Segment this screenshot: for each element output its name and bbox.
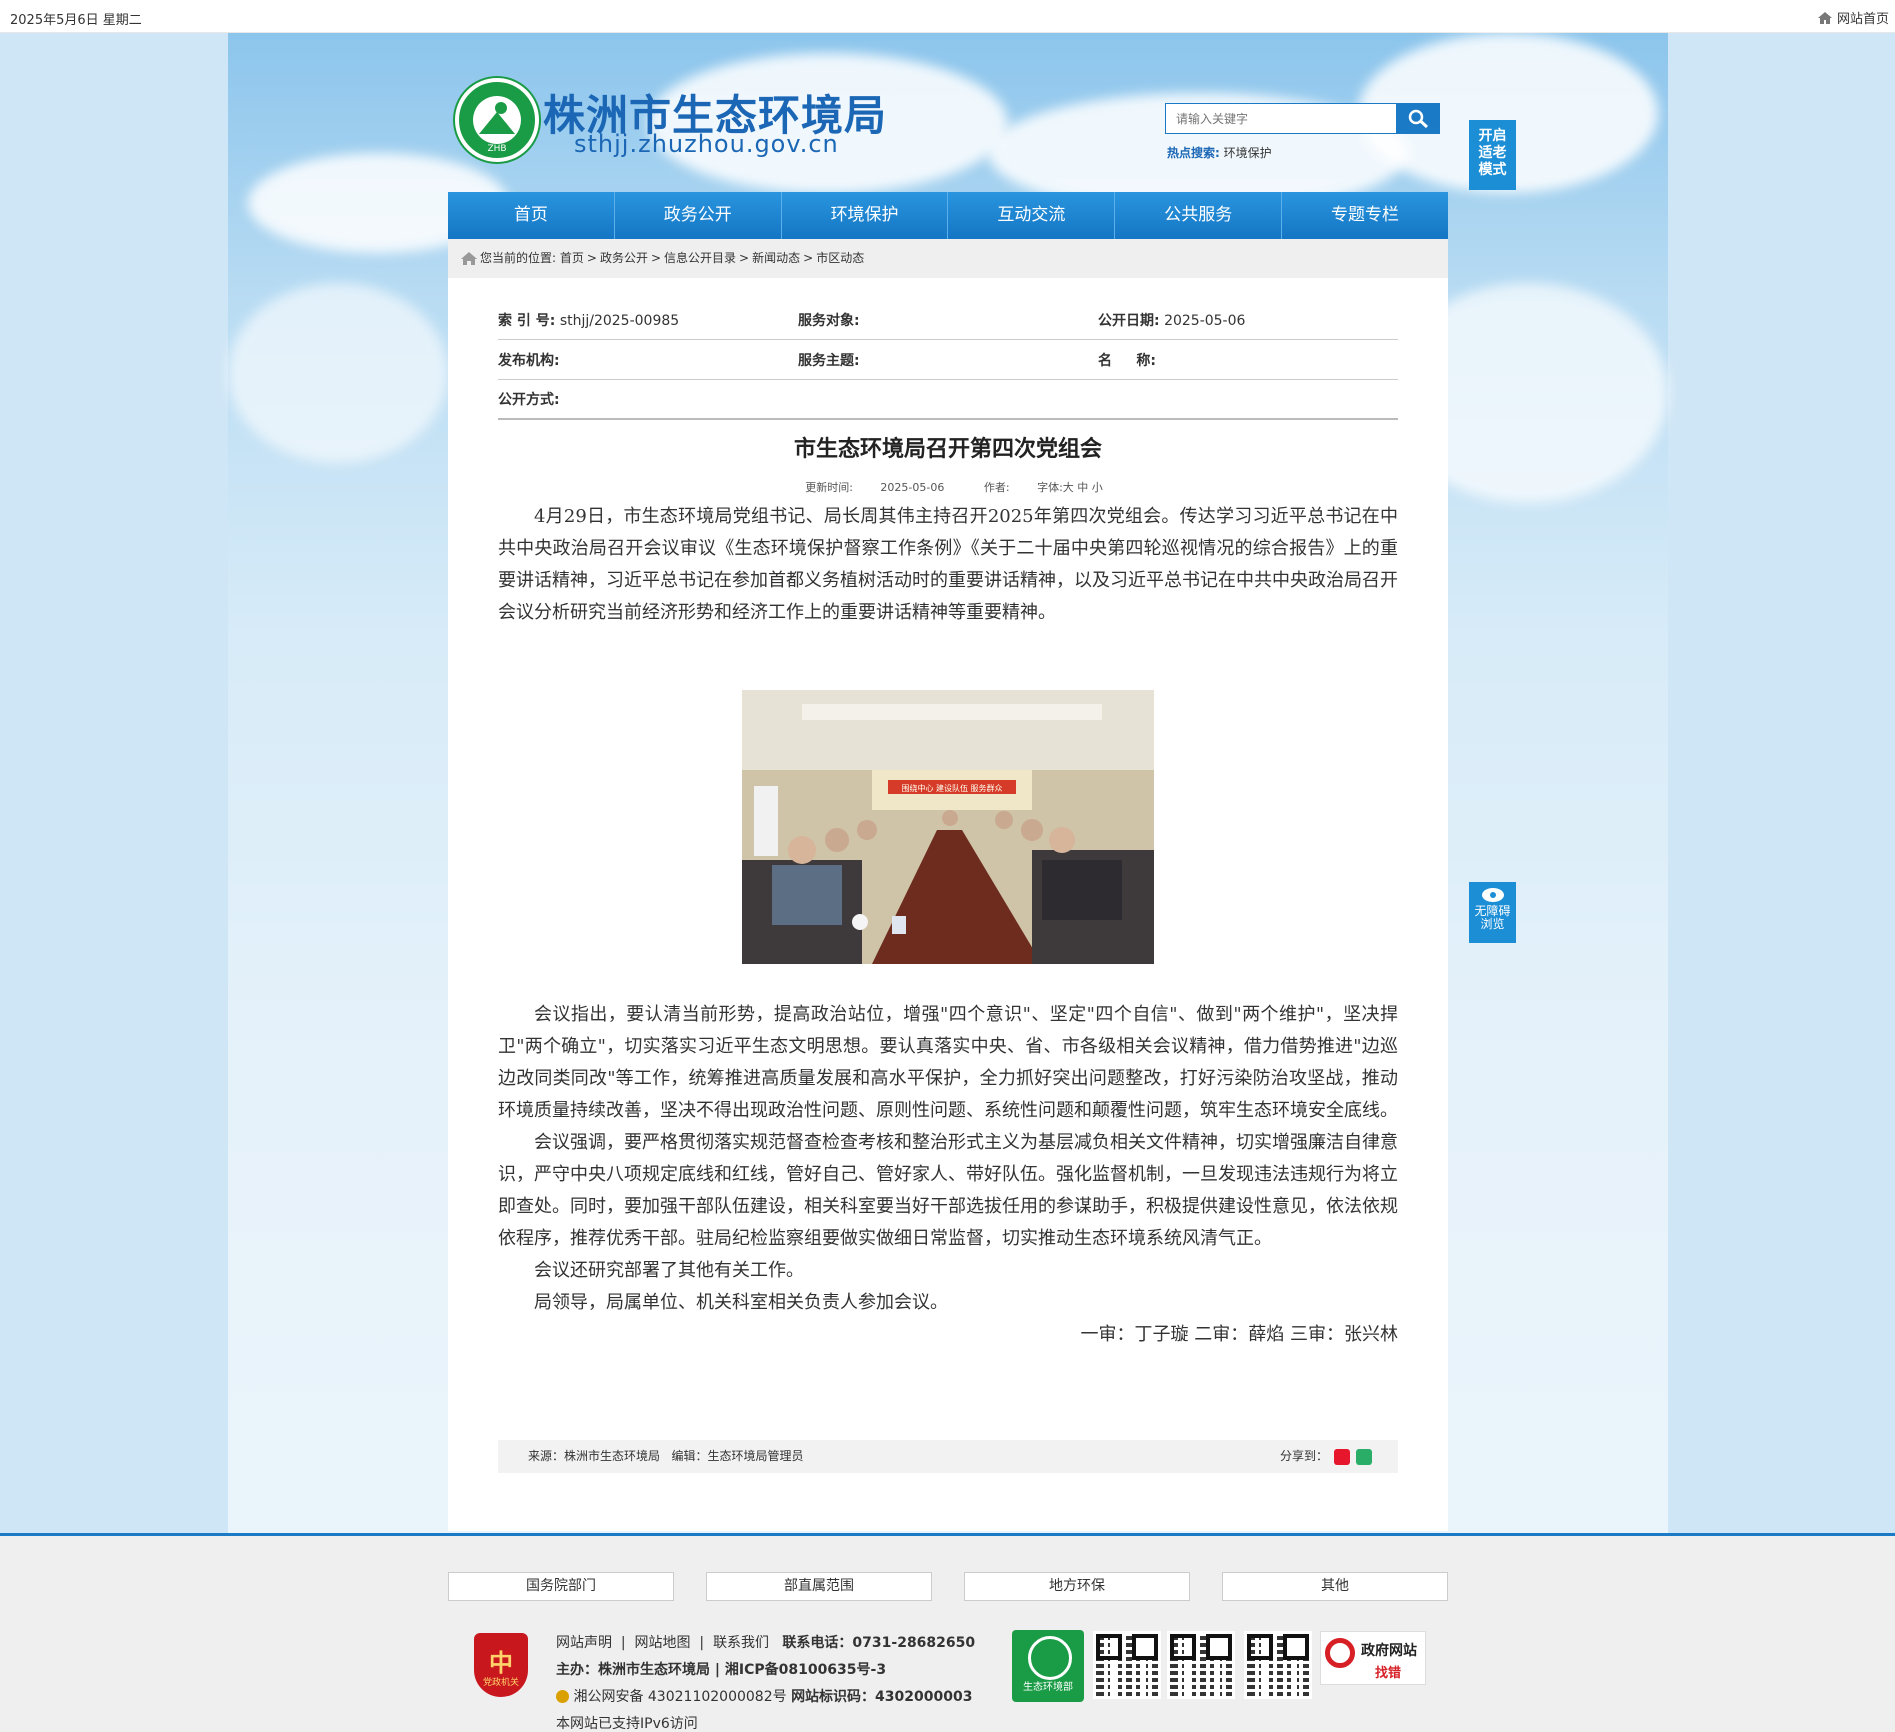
paragraph: 局领导，局属单位、机关科室相关负责人参加会议。: [534, 1292, 948, 1313]
method-label: 公开方式:: [498, 392, 560, 408]
hot-search: 热点搜索: 环境保护: [1167, 144, 1272, 161]
magnifier-icon: [1325, 1638, 1355, 1668]
nav-special-topics[interactable]: 专题专栏: [1282, 192, 1448, 239]
paragraph: 会议强调，要严格贯彻落实规范督查检查考核和整治形式主义为基层减负相关文件精神，切…: [498, 1132, 1398, 1249]
accessibility-button[interactable]: 无障碍 浏览: [1469, 882, 1516, 943]
update-value: 2025-05-06: [880, 481, 945, 494]
article-title: 市生态环境局召开第四次党组会: [793, 437, 1102, 462]
police-record[interactable]: 湘公网安备 43021102000082号: [573, 1689, 786, 1705]
site-footer: 国务院部门 部直属范围 地方环保 其他 党政机关 网站声明 | 网站地图 | 联…: [0, 1533, 1895, 1732]
article-source: 来源：株洲市生态环境局 编辑：生态环境局管理员: [528, 1449, 804, 1463]
elder-mode-label-2: 适老: [1478, 145, 1507, 161]
date-label: 公开日期:: [1098, 312, 1160, 329]
date-value: 2025-05-06: [1164, 312, 1246, 329]
paragraph: 会议指出，要认清当前形势，提高政治站位，增强"四个意识"、坚定"四个自信"、做到…: [498, 1004, 1398, 1121]
contact-phone: 联系电话：0731-28682650: [782, 1635, 976, 1651]
breadcrumb-item[interactable]: 信息公开目录: [664, 251, 736, 265]
breadcrumb-item[interactable]: 首页: [560, 251, 584, 265]
review-signature: 一审：丁子璇 二审：薛焰 三审：张兴林: [1080, 1324, 1398, 1345]
breadcrumb-item[interactable]: 政务公开: [600, 251, 648, 265]
org-label: 发布机构:: [498, 352, 560, 369]
qr-code: [1244, 1631, 1312, 1699]
search-button[interactable]: [1397, 103, 1440, 134]
link-contact[interactable]: 联系我们: [713, 1635, 769, 1651]
home-icon: [1817, 11, 1832, 24]
meeting-photo-image: 围绕中心 建设队伍 服务群众: [742, 690, 1154, 964]
home-icon: [461, 252, 477, 265]
breadcrumb-item[interactable]: 新闻动态: [752, 251, 800, 265]
photo-banner: 围绕中心 建设队伍 服务群众: [901, 783, 1002, 793]
host-info: 主办：株洲市生态环境局 | 湘ICP备08100635号-3: [556, 1662, 887, 1678]
eye-icon: [1481, 888, 1504, 902]
paragraph: 会议还研究部署了其他有关工作。: [534, 1260, 804, 1281]
qr-code: [1093, 1631, 1161, 1699]
breadcrumb-prefix: 您当前的位置:: [480, 251, 557, 265]
site-domain: sthjj.zhuzhou.gov.cn: [574, 130, 839, 158]
search-icon: [1408, 109, 1428, 128]
party-government-badge[interactable]: 党政机关: [474, 1633, 528, 1697]
article-body-top: 4月29日，市生态环境局党组书记、局长周其伟主持召开2025年第四次党组会。传达…: [498, 501, 1398, 629]
breadcrumb-item[interactable]: 市区动态: [816, 251, 864, 265]
link-other[interactable]: 其他: [1222, 1572, 1448, 1601]
info-table: 索 引 号: sthjj/2025-00985 服务对象: 公开日期: 2025…: [498, 300, 1398, 420]
footer-info: 网站声明 | 网站地图 | 联系我们 联系电话：0731-28682650 主办…: [556, 1630, 975, 1732]
ipv6-note: 本网站已支持IPv6访问: [556, 1716, 698, 1732]
share-label: 分享到：: [1279, 1449, 1328, 1463]
link-sitemap[interactable]: 网站地图: [635, 1635, 691, 1651]
article-subinfo: 更新时间: 2025-05-06 作者: 字体:大 中 小: [448, 479, 1448, 495]
update-label: 更新时间:: [805, 481, 853, 494]
site-id: 网站标识码：4302000003: [791, 1689, 973, 1705]
link-statement[interactable]: 网站声明: [556, 1635, 612, 1651]
meeting-photo: 围绕中心 建设队伍 服务群众: [742, 690, 1154, 964]
link-local-env[interactable]: 地方环保: [964, 1572, 1190, 1601]
home-link-label: 网站首页: [1836, 12, 1889, 27]
search-box: [1165, 103, 1397, 134]
share-bar: 分享到：: [1280, 1440, 1372, 1473]
article-footer: 来源：株洲市生态环境局 编辑：生态环境局管理员 分享到：: [498, 1440, 1398, 1473]
index-value: sthjj/2025-00985: [559, 312, 680, 329]
nav-environment[interactable]: 环境保护: [782, 192, 949, 239]
top-bar: 2025年5月6日 星期二 网站首页: [0, 0, 1895, 33]
hot-search-label: 热点搜索:: [1167, 146, 1220, 160]
author-label: 作者:: [983, 481, 1010, 494]
report-error-label: 找错: [1375, 1666, 1402, 1681]
nav-interaction[interactable]: 互动交流: [948, 192, 1116, 239]
breadcrumb: 您当前的位置: 首页 > 政务公开 > 信息公开目录 > 新闻动态 > 市区动态: [448, 239, 1448, 278]
content-panel: 您当前的位置: 首页 > 政务公开 > 信息公开目录 > 新闻动态 > 市区动态 索 引 号: …: [448, 239, 1448, 1531]
home-link[interactable]: 网站首页: [1817, 8, 1889, 27]
nav-government-affairs[interactable]: 政务公开: [615, 192, 782, 239]
elder-mode-label-3: 模式: [1478, 162, 1507, 178]
nav-home[interactable]: 首页: [448, 192, 615, 239]
mee-logo[interactable]: 生态环境部: [1012, 1630, 1084, 1702]
wechat-icon[interactable]: [1356, 1448, 1372, 1465]
link-state-council[interactable]: 国务院部门: [448, 1572, 674, 1601]
search-input[interactable]: [1166, 104, 1396, 133]
elder-mode-button[interactable]: 开启 适老 模式: [1469, 120, 1516, 190]
police-icon: [556, 1690, 569, 1703]
weibo-icon[interactable]: [1334, 1448, 1350, 1465]
main-nav: 首页 政务公开 环境保护 互动交流 公共服务 专题专栏: [448, 192, 1448, 239]
current-date: 2025年5月6日 星期二: [10, 13, 142, 28]
hot-search-keyword[interactable]: 环境保护: [1224, 146, 1272, 160]
accessibility-label-2: 浏览: [1480, 917, 1505, 931]
paragraph: 4月29日，市生态环境局党组书记、局长周其伟主持召开2025年第四次党组会。传达…: [498, 506, 1398, 623]
topic-label: 服务主题:: [798, 352, 860, 369]
index-label: 索 引 号:: [498, 312, 556, 329]
nav-public-service[interactable]: 公共服务: [1115, 192, 1283, 239]
link-ministry[interactable]: 部直属范围: [706, 1572, 932, 1601]
report-error-title: 政府网站: [1361, 1643, 1417, 1659]
elder-mode-label-1: 开启: [1478, 128, 1507, 144]
article-body: 会议指出，要认清当前形势，提高政治站位，增强"四个意识"、坚定"四个自信"、做到…: [498, 999, 1398, 1351]
target-label: 服务对象:: [798, 312, 860, 329]
qr-code: [1167, 1631, 1235, 1699]
name-label: 名 称:: [1098, 352, 1156, 369]
logo-abbr: ZHB: [487, 144, 507, 154]
site-logo[interactable]: ZHB: [455, 78, 539, 162]
report-error-button[interactable]: 政府网站 找错: [1320, 1631, 1426, 1685]
font-size-switch[interactable]: 字体:大 中 小: [1037, 481, 1103, 494]
friendly-links: 国务院部门 部直属范围 地方环保 其他: [448, 1572, 1448, 1601]
